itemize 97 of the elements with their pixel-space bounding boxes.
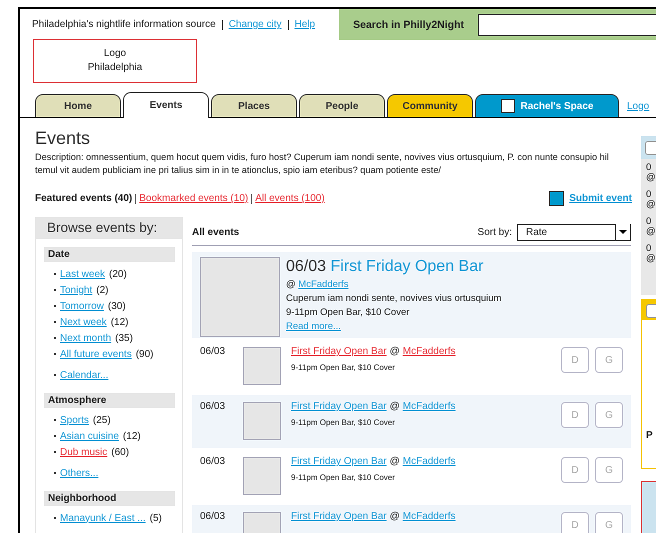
venue-link[interactable]: McFadderfs xyxy=(298,279,348,290)
count-label: (25) xyxy=(92,414,111,426)
header-link[interactable]: Change city xyxy=(228,19,282,30)
event-time: 9-11pm Open Bar, $10 Cover xyxy=(291,418,396,427)
action-button[interactable]: G xyxy=(595,457,623,483)
action-button[interactable]: D xyxy=(561,402,589,428)
nav-tab[interactable]: Community xyxy=(387,94,473,117)
filter-link[interactable]: Bookmarked events (10) xyxy=(139,193,248,204)
logout-link[interactable]: Logo xyxy=(627,100,650,112)
group-heading: Neighborhood xyxy=(44,491,175,506)
more-link[interactable]: Calendar... xyxy=(60,370,108,380)
group-heading: Date xyxy=(44,247,175,262)
filter-link[interactable]: Manayunk / East ... xyxy=(60,512,146,524)
action-button[interactable]: G xyxy=(595,512,623,533)
venue-link[interactable]: McFadderfs xyxy=(402,400,456,414)
caret-icon xyxy=(615,224,630,240)
group-heading: Atmosphere xyxy=(44,393,175,408)
event-date: 06/03 xyxy=(200,345,226,359)
tagline: Philadelphia's nightlife information source xyxy=(32,19,216,30)
count-label: (35) xyxy=(115,332,133,344)
nav-tab[interactable]: Rachel's Space xyxy=(475,94,619,117)
at-sign: @ xyxy=(390,510,400,524)
page-description: Description: omnessentium, quem hocut quem vidis, furo host? Cuperum iam nondi sente, novives vius ortusquium, P. con nunte consupio hil temul vit audem publiciam ine pri talius sim in in te ationclus, spio iam eteribus? quam potiente este/ xyxy=(35,151,610,177)
venue-link[interactable]: McFadderfs xyxy=(402,510,456,524)
event-title-link[interactable]: First Friday Open Bar xyxy=(291,345,387,359)
square-icon xyxy=(549,191,564,206)
item-text: 0 xyxy=(646,163,652,173)
item-text: @ xyxy=(646,254,656,264)
action-button[interactable]: G xyxy=(595,347,623,373)
filter-link[interactable]: All future events xyxy=(60,348,132,360)
item-text: @ xyxy=(646,173,656,183)
filter-link[interactable]: Dub music xyxy=(60,446,108,458)
image-placeholder xyxy=(243,402,281,440)
event-date: 06/03 xyxy=(200,510,226,524)
action-button[interactable]: G xyxy=(595,402,623,428)
nav-tab[interactable]: People xyxy=(299,94,385,117)
event-title-link[interactable]: First Friday Open Bar xyxy=(291,400,387,414)
count-label: (60) xyxy=(111,446,130,458)
action-button[interactable]: D xyxy=(561,347,589,373)
image-placeholder xyxy=(243,347,281,385)
sidebar-title: Browse events by: xyxy=(35,217,183,239)
nav-tab[interactable]: Events xyxy=(123,92,209,118)
filter-link[interactable]: Featured events (40) xyxy=(35,193,132,204)
count-label: (90) xyxy=(136,348,154,360)
event-date: 06/03 xyxy=(200,455,226,469)
filter-link[interactable]: Asian cuisine xyxy=(60,430,119,442)
filter-link[interactable]: Tonight xyxy=(60,284,92,296)
action-button[interactable]: D xyxy=(561,457,589,483)
filter-link[interactable]: Sports xyxy=(60,414,89,426)
more-link[interactable]: Others... xyxy=(60,468,98,478)
header-link[interactable]: Help xyxy=(294,19,316,30)
event-description: Cuperum iam nondi sente, novives vius ortusquium xyxy=(286,292,502,305)
item-text: 0 xyxy=(646,244,652,254)
logo-text: Logo Philadelphia xyxy=(88,47,142,75)
count-label: (12) xyxy=(122,430,141,442)
event-title-link[interactable]: First Friday Open Bar xyxy=(291,510,387,524)
nav-tab[interactable]: Home xyxy=(35,94,121,117)
count-label: (12) xyxy=(110,316,128,328)
at-sign: @ xyxy=(390,400,400,414)
filter-link[interactable]: Next week xyxy=(60,316,107,328)
event-time: 9-11pm Open Bar, $10 Cover xyxy=(291,363,396,372)
filter-link[interactable]: Tomorrow xyxy=(60,300,104,312)
venue-link[interactable]: McFadderfs xyxy=(402,345,456,359)
at-sign: @ xyxy=(286,279,296,290)
read-more-link[interactable]: Read more... xyxy=(286,320,502,333)
search-label: Search in Philly2Night xyxy=(353,18,464,30)
event-title-link[interactable]: First Friday Open Bar xyxy=(291,455,387,469)
submit-event-link[interactable]: Submit event xyxy=(569,193,632,204)
action-button[interactable]: D xyxy=(561,512,589,533)
count-label: (2) xyxy=(96,284,108,296)
at-sign: @ xyxy=(390,345,400,359)
count-label: (20) xyxy=(109,268,127,280)
count-label: (5) xyxy=(150,512,162,524)
event-date: 06/03 xyxy=(286,258,326,275)
venue-link[interactable]: McFadderfs xyxy=(402,455,456,469)
square-icon xyxy=(500,99,514,113)
image-placeholder xyxy=(243,457,281,495)
event-time: 9-11pm Open Bar, $10 Cover xyxy=(286,306,410,319)
event-date: 06/03 xyxy=(200,400,226,414)
item-text: 0 xyxy=(646,190,652,200)
item-text: @ xyxy=(646,200,656,210)
nav-tab[interactable]: Places xyxy=(211,94,297,117)
filter-link[interactable]: All events (100) xyxy=(255,193,325,204)
filter-link[interactable]: Last week xyxy=(60,268,106,280)
filter-link[interactable]: Next month xyxy=(60,332,112,344)
at-sign: @ xyxy=(390,455,400,469)
panel-text: P xyxy=(645,430,654,441)
sort-label: Sort by: xyxy=(478,226,512,238)
count-label: (30) xyxy=(108,300,126,312)
item-text: 0 xyxy=(646,217,652,227)
list-title: All events xyxy=(192,226,240,238)
event-time: 9-11pm Open Bar, $10 Cover xyxy=(291,473,396,482)
item-text: @ xyxy=(646,227,656,237)
page-title: Events xyxy=(35,128,92,148)
search-field[interactable] xyxy=(478,14,656,36)
sort-dropdown[interactable]: Rate xyxy=(517,224,631,240)
event-title-link[interactable]: First Friday Open Bar xyxy=(330,258,484,275)
